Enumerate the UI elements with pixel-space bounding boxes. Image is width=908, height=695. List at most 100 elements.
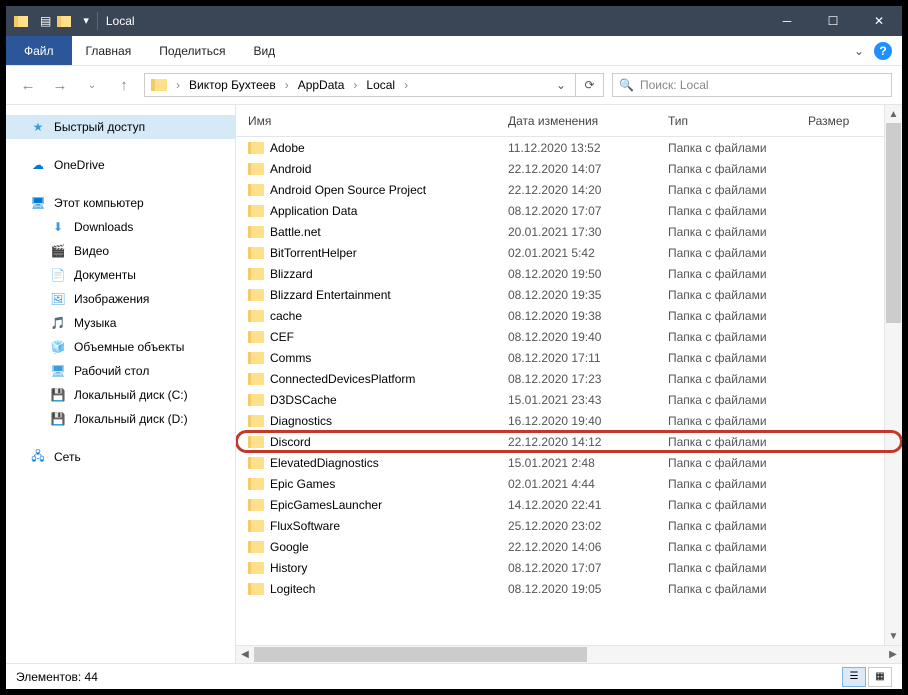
close-button[interactable]: ✕ [856,6,902,36]
file-date: 25.12.2020 23:02 [508,519,668,533]
file-name: ElevatedDiagnostics [270,456,379,470]
file-type: Папка с файлами [668,540,808,554]
folder-icon: 🎬 [50,243,66,259]
sidebar-item[interactable]: 🖥Рабочий стол [6,359,235,383]
sidebar-item[interactable]: 🖼Изображения [6,287,235,311]
address-bar[interactable]: › Виктор Бухтеев › AppData › Local › ⌄ ⟳ [144,73,604,97]
horizontal-scrollbar[interactable]: ◀ ▶ [236,645,902,663]
chevron-icon[interactable]: › [282,78,292,92]
file-row[interactable]: Android Open Source Project22.12.2020 14… [236,179,902,200]
file-name: Application Data [270,204,357,218]
file-row[interactable]: EpicGamesLauncher14.12.2020 22:41Папка с… [236,494,902,515]
file-date: 08.12.2020 17:23 [508,372,668,386]
file-row[interactable]: Adobe11.12.2020 13:52Папка с файлами [236,137,902,158]
sidebar-item[interactable]: 🎬Видео [6,239,235,263]
file-list: Adobe11.12.2020 13:52Папка с файламиAndr… [236,137,902,645]
scroll-right-icon[interactable]: ▶ [884,646,902,663]
sidebar-quick-access[interactable]: ★ Быстрый доступ [6,115,235,139]
new-folder-icon[interactable] [57,14,77,28]
scroll-thumb[interactable] [254,647,587,662]
details-view-button[interactable]: ☰ [842,667,866,687]
sidebar-network[interactable]: 🖧 Сеть [6,445,235,469]
file-row[interactable]: CEF08.12.2020 19:40Папка с файлами [236,326,902,347]
file-row[interactable]: FluxSoftware25.12.2020 23:02Папка с файл… [236,515,902,536]
folder-icon [248,541,264,553]
nav-back-button[interactable]: ← [16,73,40,97]
chevron-icon[interactable]: › [173,78,183,92]
status-bar: Элементов: 44 ☰ ▦ [6,663,902,689]
file-row[interactable]: D3DSCache15.01.2021 23:43Папка с файлами [236,389,902,410]
sidebar-item[interactable]: 📄Документы [6,263,235,287]
dropdown-icon[interactable]: ▾ [83,14,89,28]
titlebar[interactable]: ▤ ▾ Local ─ ☐ ✕ [6,6,902,36]
nav-recent-dropdown[interactable]: ⌄ [80,73,104,97]
folder-icon [248,415,264,427]
file-type: Папка с файлами [668,267,808,281]
icons-view-button[interactable]: ▦ [868,667,892,687]
sidebar-onedrive[interactable]: ☁ OneDrive [6,153,235,177]
breadcrumb-segment[interactable]: Local [360,74,401,96]
column-header-type[interactable]: Тип [668,114,808,128]
folder-icon [248,583,264,595]
file-row[interactable]: History08.12.2020 17:07Папка с файлами [236,557,902,578]
file-row[interactable]: Comms 08.12.2020 17:11Папка с файлами [236,347,902,368]
ribbon-file-tab[interactable]: Файл [6,36,72,65]
sidebar-item[interactable]: 🧊Объемные объекты [6,335,235,359]
sidebar-item[interactable]: ⬇Downloads [6,215,235,239]
maximize-button[interactable]: ☐ [810,6,856,36]
minimize-button[interactable]: ─ [764,6,810,36]
chevron-icon[interactable]: › [401,78,411,92]
file-date: 08.12.2020 17:07 [508,204,668,218]
breadcrumb-segment[interactable]: Виктор Бухтеев [183,74,282,96]
scroll-left-icon[interactable]: ◀ [236,646,254,663]
file-row[interactable]: ConnectedDevicesPlatform08.12.2020 17:23… [236,368,902,389]
file-name: Comms [270,351,311,365]
file-row[interactable]: Blizzard Entertainment08.12.2020 19:35Па… [236,284,902,305]
scroll-up-icon[interactable]: ▲ [885,105,902,123]
search-input[interactable]: 🔍 Поиск: Local [612,73,892,97]
scroll-down-icon[interactable]: ▼ [885,627,902,645]
file-row[interactable]: cache08.12.2020 19:38Папка с файлами [236,305,902,326]
help-icon[interactable]: ? [874,42,892,60]
ribbon-tab-home[interactable]: Главная [72,36,146,65]
sidebar-item[interactable]: 🎵Музыка [6,311,235,335]
sidebar-item[interactable]: 💾Локальный диск (C:) [6,383,235,407]
file-date: 08.12.2020 17:11 [508,351,668,365]
file-row[interactable]: Epic Games02.01.2021 4:44Папка с файлами [236,473,902,494]
file-date: 16.12.2020 19:40 [508,414,668,428]
nav-forward-button[interactable]: → [48,73,72,97]
file-name: cache [270,309,302,323]
column-header-date[interactable]: Дата изменения [508,114,668,128]
file-row[interactable]: Discord22.12.2020 14:12Папка с файлами [236,431,902,452]
chevron-icon[interactable]: › [350,78,360,92]
breadcrumb-segment[interactable]: AppData [292,74,351,96]
ribbon-collapse-icon[interactable]: ⌄ [854,44,864,58]
folder-icon [248,310,264,322]
folder-icon [14,14,34,28]
sidebar-this-pc[interactable]: 🖥 Этот компьютер [6,191,235,215]
file-type: Папка с файлами [668,498,808,512]
file-row[interactable]: Diagnostics16.12.2020 19:40Папка с файла… [236,410,902,431]
column-header-name[interactable]: Имя [248,114,508,128]
file-row[interactable]: Logitech08.12.2020 19:05Папка с файлами [236,578,902,599]
file-type: Папка с файлами [668,351,808,365]
nav-up-button[interactable]: ↑ [112,73,136,97]
file-row[interactable]: Android22.12.2020 14:07Папка с файлами [236,158,902,179]
address-dropdown-icon[interactable]: ⌄ [547,74,575,96]
ribbon-tab-view[interactable]: Вид [239,36,289,65]
ribbon-tab-share[interactable]: Поделиться [145,36,239,65]
file-row[interactable]: Blizzard08.12.2020 19:50Папка с файлами [236,263,902,284]
sidebar-item[interactable]: 💾Локальный диск (D:) [6,407,235,431]
vertical-scrollbar[interactable]: ▲ ▼ [884,105,902,645]
file-name: Blizzard Entertainment [270,288,391,302]
file-row[interactable]: ElevatedDiagnostics15.01.2021 2:48Папка … [236,452,902,473]
file-row[interactable]: Application Data08.12.2020 17:07Папка с … [236,200,902,221]
refresh-button[interactable]: ⟳ [575,74,603,96]
file-row[interactable]: BitTorrentHelper02.01.2021 5:42Папка с ф… [236,242,902,263]
file-name: Adobe [270,141,305,155]
file-row[interactable]: Battle.net20.01.2021 17:30Папка с файлам… [236,221,902,242]
file-row[interactable]: Google22.12.2020 14:06Папка с файлами [236,536,902,557]
scroll-thumb[interactable] [886,123,901,323]
properties-icon[interactable]: ▤ [40,14,51,28]
file-date: 22.12.2020 14:12 [508,435,668,449]
